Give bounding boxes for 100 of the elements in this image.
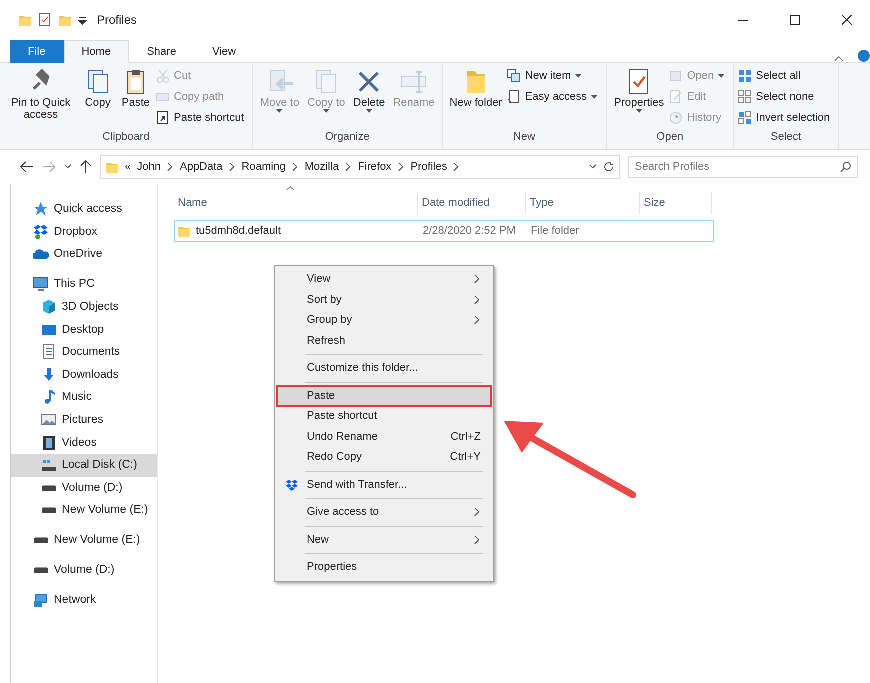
group-label: Select bbox=[770, 131, 802, 145]
up-icon bbox=[80, 160, 92, 174]
window-title: Profiles bbox=[97, 13, 138, 27]
caret-icon bbox=[718, 74, 726, 78]
table-cell-text: 2/28/2020 2:52 PM bbox=[422, 225, 517, 237]
table-cell-text: File folder bbox=[530, 225, 580, 237]
cube-icon bbox=[41, 299, 57, 316]
ribbon-button[interactable]: Paste bbox=[118, 67, 154, 131]
sidebar-item[interactable]: Pictures bbox=[11, 408, 157, 432]
menu-item[interactable]: Sort by bbox=[277, 290, 491, 310]
ribbon-button[interactable]: Invert selection bbox=[738, 109, 834, 127]
sidebar-item[interactable]: New Volume (E:) bbox=[11, 529, 157, 552]
sidebar-item[interactable]: Downloads bbox=[11, 364, 157, 386]
sidebar-item[interactable]: Volume (D:) bbox=[11, 559, 157, 582]
search-field[interactable]: Search Profiles bbox=[628, 156, 858, 178]
ribbon-button[interactable]: Copy bbox=[80, 67, 116, 131]
sidebar-item[interactable]: Videos bbox=[11, 431, 157, 454]
breadcrumb[interactable]: Profiles bbox=[410, 161, 448, 173]
help-icon bbox=[858, 50, 870, 62]
chevron-right-icon bbox=[474, 274, 481, 284]
easy-access-icon bbox=[507, 90, 522, 104]
menu-item[interactable]: Properties bbox=[277, 557, 491, 578]
caret-icon bbox=[636, 109, 643, 114]
folder-icon bbox=[58, 13, 72, 27]
menu-item[interactable]: Customize this folder... bbox=[277, 358, 491, 378]
breadcrumb[interactable]: Roaming bbox=[242, 161, 286, 173]
address-bar[interactable]: « John AppData Roaming Mozilla Firefox Profiles bbox=[100, 155, 620, 179]
breadcrumb[interactable]: AppData bbox=[180, 161, 223, 173]
dropbox-icon bbox=[33, 224, 49, 240]
menu-item[interactable]: Send with Transfer... bbox=[277, 474, 491, 495]
sidebar-item[interactable]: Quick access bbox=[11, 198, 157, 221]
sidebar-item[interactable]: Desktop bbox=[11, 318, 157, 341]
chevron-right-icon bbox=[292, 162, 299, 172]
ribbon-tab[interactable]: View bbox=[194, 40, 254, 63]
star-icon bbox=[33, 201, 49, 218]
folder-icon bbox=[18, 13, 32, 27]
ribbon-button[interactable]: Pin to Quick access bbox=[4, 67, 78, 131]
chevron-right-icon bbox=[474, 507, 481, 518]
select-all-icon bbox=[738, 69, 752, 83]
sidebar-item[interactable]: 3D Objects bbox=[11, 296, 157, 318]
menu-item[interactable]: Group by bbox=[277, 310, 491, 330]
breadcrumb[interactable]: Mozilla bbox=[304, 161, 340, 173]
breadcrumb[interactable]: Firefox bbox=[358, 161, 392, 173]
file-row[interactable]: tu5dmh8d.default 2/28/2020 2:52 PM File folder bbox=[174, 220, 714, 242]
dropbox-icon bbox=[285, 478, 299, 491]
sidebar-item[interactable]: Volume (D:) bbox=[11, 476, 157, 500]
ribbon-button[interactable]: Paste shortcut bbox=[156, 109, 248, 127]
sidebar-item[interactable]: Local Disk (C:) bbox=[11, 454, 157, 477]
ribbon-tab[interactable]: Share bbox=[129, 40, 194, 63]
ribbon-button[interactable]: Select none bbox=[738, 88, 834, 106]
column-header[interactable]: Type bbox=[526, 192, 640, 214]
ribbon-button[interactable]: New item bbox=[507, 67, 602, 85]
sidebar-item[interactable]: Network bbox=[11, 589, 157, 612]
back-icon bbox=[20, 161, 34, 173]
sidebar-item[interactable]: Dropbox bbox=[11, 220, 157, 244]
ribbon-tab[interactable]: Home bbox=[64, 40, 130, 63]
chevron-right-icon bbox=[398, 162, 405, 172]
file-tab[interactable]: File bbox=[10, 40, 64, 63]
ribbon-button[interactable]: New folder bbox=[446, 67, 506, 131]
close-icon bbox=[842, 15, 852, 25]
column-header[interactable]: Date modified bbox=[418, 192, 526, 214]
menu-item[interactable]: Refresh bbox=[277, 330, 491, 351]
chevron-right-icon bbox=[345, 162, 352, 172]
dropdown-icon bbox=[78, 16, 87, 24]
ribbon-button[interactable]: Properties bbox=[611, 67, 668, 131]
chevron-right-icon bbox=[474, 534, 481, 545]
new-item-icon bbox=[507, 69, 522, 83]
breadcrumb-overflow[interactable]: « bbox=[125, 161, 132, 173]
sidebar-item[interactable]: Music bbox=[11, 386, 157, 409]
caret-icon bbox=[366, 109, 373, 114]
menu-item[interactable]: Paste shortcut bbox=[277, 406, 491, 426]
group-label: Organize bbox=[324, 131, 371, 145]
select-none-icon bbox=[738, 90, 752, 104]
chevron-right-icon bbox=[453, 162, 460, 172]
sidebar-item[interactable]: New Volume (E:) bbox=[11, 499, 157, 522]
menu-item[interactable]: New bbox=[277, 530, 491, 550]
group-label: Open bbox=[656, 131, 685, 145]
drive-icon bbox=[42, 507, 56, 514]
column-header[interactable]: Size bbox=[640, 192, 712, 214]
sidebar-item[interactable]: OneDrive bbox=[11, 243, 157, 266]
film-icon bbox=[41, 434, 57, 451]
dropdown-icon bbox=[64, 164, 72, 170]
caret-icon bbox=[276, 109, 284, 114]
menu-item[interactable]: View bbox=[277, 269, 491, 290]
menu-item[interactable]: Undo Rename Ctrl+Z bbox=[277, 426, 491, 447]
invert-selection-icon bbox=[738, 111, 752, 125]
menu-item[interactable]: Give access to bbox=[277, 502, 491, 522]
collapse-ribbon-icon bbox=[834, 56, 844, 62]
breadcrumb[interactable]: John bbox=[137, 161, 161, 173]
group-label: Clipboard bbox=[102, 131, 151, 145]
sidebar-item[interactable]: This PC bbox=[11, 273, 157, 296]
menu-item[interactable]: Paste bbox=[277, 386, 491, 406]
ribbon-button[interactable]: Easy access bbox=[507, 88, 602, 106]
scissors-icon bbox=[156, 69, 170, 83]
ribbon-button[interactable]: Delete bbox=[350, 67, 388, 131]
sidebar-item[interactable]: Documents bbox=[11, 340, 157, 364]
ribbon-button[interactable]: Select all bbox=[738, 67, 834, 85]
forward-icon bbox=[42, 161, 56, 173]
column-header[interactable]: Name bbox=[174, 192, 418, 214]
menu-item[interactable]: Redo Copy Ctrl+Y bbox=[277, 447, 491, 468]
